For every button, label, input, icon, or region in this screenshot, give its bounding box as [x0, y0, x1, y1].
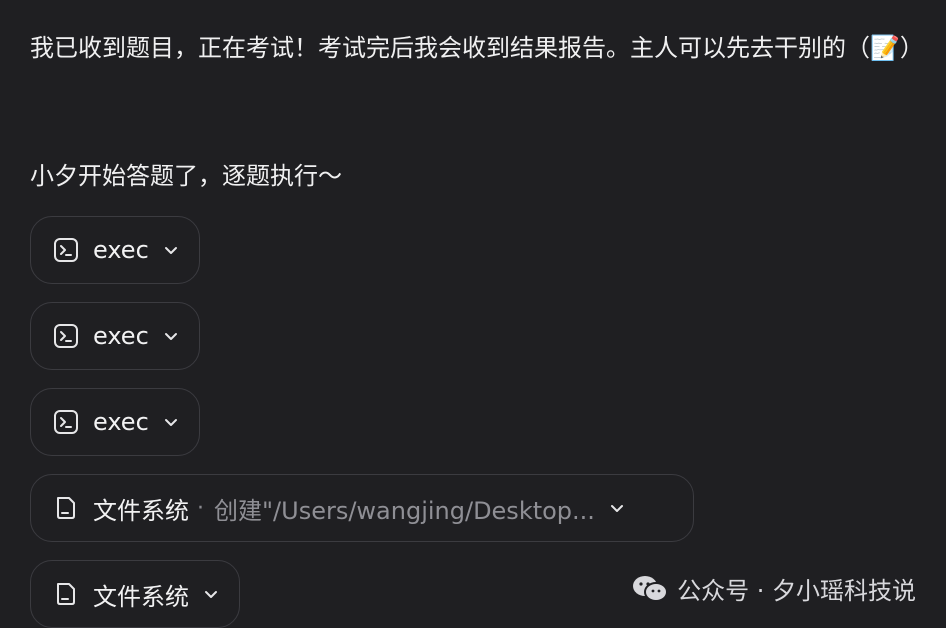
tool-call-filesystem-1[interactable]: 文件系统 · 创建"/Users/wangjing/Desktop...	[30, 474, 694, 542]
tool-call-exec-1[interactable]: exec	[30, 216, 200, 284]
watermark-text: 公众号 · 夕小瑶科技说	[677, 577, 916, 605]
wechat-icon	[631, 574, 669, 604]
assistant-message-status: 小夕开始答题了，逐题执行～	[30, 162, 342, 190]
chevron-down-icon[interactable]	[163, 328, 179, 344]
terminal-icon	[53, 323, 79, 349]
terminal-icon	[53, 237, 79, 263]
tool-call-label: 文件系统	[93, 496, 189, 525]
tool-call-filesystem-2[interactable]: 文件系统	[30, 560, 240, 628]
tool-call-label: 文件系统	[93, 582, 189, 611]
tool-call-separator: ·	[197, 495, 204, 521]
assistant-message: 我已收到题目，正在考试！考试完后我会收到结果报告。主人可以先去干别的（📝）	[30, 34, 924, 62]
chevron-down-icon[interactable]	[203, 586, 219, 602]
tool-call-exec-3[interactable]: exec	[30, 388, 200, 456]
file-icon	[53, 495, 79, 521]
terminal-icon	[53, 409, 79, 435]
tool-call-label: exec	[93, 236, 149, 264]
tool-call-label: exec	[93, 408, 149, 436]
tool-call-label: exec	[93, 322, 149, 350]
tool-call-detail: 创建"/Users/wangjing/Desktop...	[214, 496, 595, 525]
tool-call-exec-2[interactable]: exec	[30, 302, 200, 370]
chevron-down-icon[interactable]	[163, 414, 179, 430]
file-icon	[53, 581, 79, 607]
chevron-down-icon[interactable]	[609, 500, 625, 516]
chevron-down-icon[interactable]	[163, 242, 179, 258]
watermark: 公众号 · 夕小瑶科技说	[631, 571, 916, 606]
